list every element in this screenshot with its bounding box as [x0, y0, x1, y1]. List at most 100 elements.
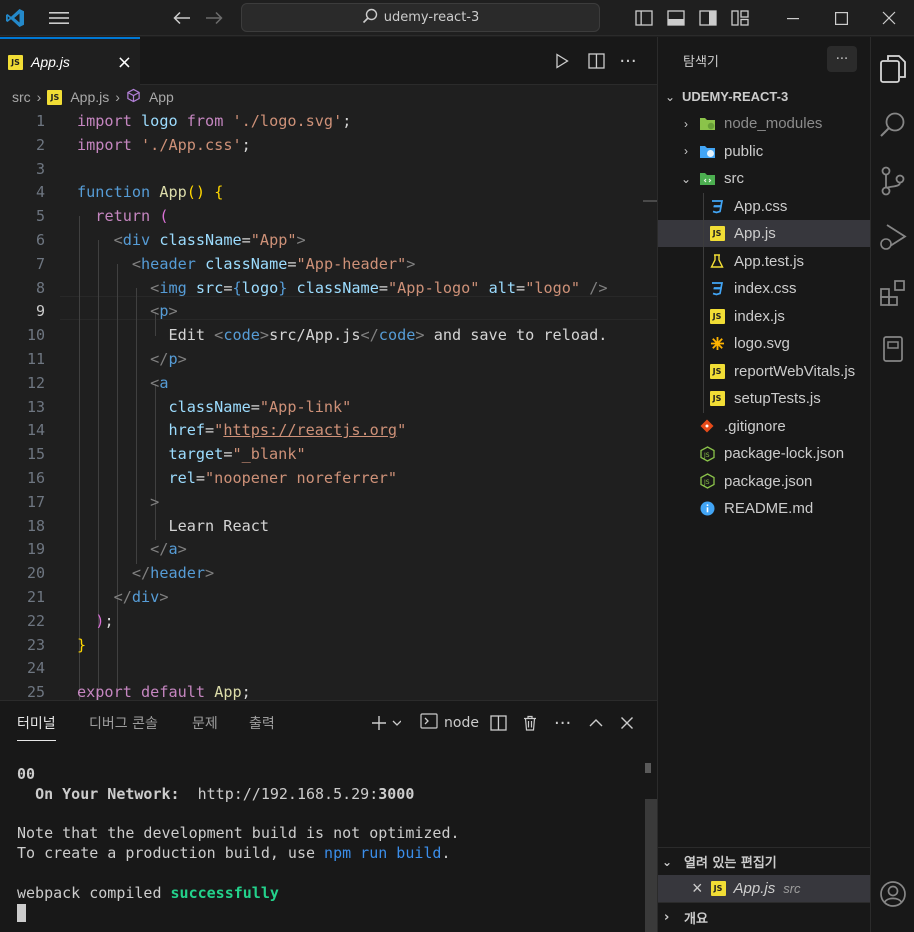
code-line[interactable]: 9 <p>	[0, 299, 657, 323]
trash-icon[interactable]	[522, 711, 538, 735]
run-debug-icon[interactable]	[871, 213, 914, 261]
tab-problems[interactable]: 문제	[192, 713, 218, 733]
code-line[interactable]: 25 export default App;	[0, 680, 657, 700]
tree-file-app-test-js[interactable]: App.test.js	[658, 248, 871, 275]
code-line[interactable]: 10 Edit <code>src/App.js</code> and save…	[0, 323, 657, 347]
tree-folder-public[interactable]: › public	[658, 138, 871, 165]
code-line[interactable]: 6 <div className="App">	[0, 228, 657, 252]
remote-explorer-icon[interactable]	[871, 325, 914, 373]
code-line[interactable]: 15 target="_blank"	[0, 442, 657, 466]
code-line[interactable]: 17 >	[0, 490, 657, 514]
tree-file-index-css[interactable]: index.css	[658, 275, 871, 302]
chevron-right-icon: ›	[36, 89, 42, 105]
forward-arrow-icon[interactable]	[200, 0, 228, 36]
tree-file-readme-md[interactable]: README.md	[658, 495, 871, 522]
terminal-profile-name: node	[444, 715, 479, 731]
close-icon[interactable]: ×	[692, 878, 703, 899]
code-editor[interactable]: 1 import logo from './logo.svg'; 2 import '…	[0, 108, 657, 700]
code-line[interactable]: 19 </a>	[0, 537, 657, 561]
explorer-more-button[interactable]: ···	[827, 46, 857, 72]
toggle-secondary-sidebar-icon[interactable]	[696, 0, 720, 36]
code-line[interactable]: 8 <img src={logo} className="App-logo" a…	[0, 276, 657, 300]
explorer-icon[interactable]	[871, 45, 914, 93]
tab-terminal[interactable]: 터미널	[17, 713, 56, 741]
open-editors-header[interactable]: ⌄ 열려 있는 편집기	[658, 847, 871, 875]
split-editor-icon[interactable]	[584, 49, 608, 73]
maximize-panel-icon[interactable]	[588, 711, 604, 735]
split-terminal-icon[interactable]	[490, 711, 507, 735]
tree-folder-src[interactable]: ⌄ src	[658, 165, 871, 192]
line-content: rel="noopener noreferrer"	[168, 469, 398, 487]
tree-file-package-json[interactable]: JS package.json	[658, 468, 871, 495]
search-icon[interactable]	[871, 101, 914, 149]
breadcrumb-folder[interactable]: src	[12, 89, 31, 105]
more-actions-icon[interactable]: ···	[616, 49, 640, 73]
tab-output[interactable]: 출력	[249, 713, 275, 733]
code-line[interactable]: 4 function App() {	[0, 180, 657, 204]
code-line[interactable]: 24	[0, 656, 657, 680]
line-content: import './App.css';	[77, 135, 251, 154]
terminal-scrollbar[interactable]	[645, 799, 657, 932]
code-line[interactable]: 1 import logo from './logo.svg';	[0, 109, 657, 133]
tree-folder-node-modules[interactable]: › node_modules	[658, 110, 871, 137]
more-actions-icon[interactable]: ···	[554, 711, 571, 735]
tree-file-package-lock-json[interactable]: JS package-lock.json	[658, 440, 871, 467]
toggle-panel-icon[interactable]	[664, 0, 688, 36]
line-content: Learn React	[168, 516, 270, 535]
breadcrumb-file[interactable]: App.js	[70, 89, 109, 105]
code-line[interactable]: 18 Learn React	[0, 514, 657, 538]
close-window-icon[interactable]	[866, 0, 912, 36]
code-line[interactable]: 7 <header className="App-header">	[0, 252, 657, 276]
code-line[interactable]: 22 );	[0, 609, 657, 633]
code-line[interactable]: 12 <a	[0, 371, 657, 395]
tree-file-index-js[interactable]: JS index.js	[658, 303, 871, 330]
extensions-icon[interactable]	[871, 269, 914, 317]
code-line[interactable]: 2 import './App.css';	[0, 133, 657, 157]
tab-app-js[interactable]: JS App.js ×	[0, 37, 140, 85]
code-line[interactable]: 21 </div>	[0, 585, 657, 609]
code-line[interactable]: 14 href="https://reactjs.org"	[0, 418, 657, 442]
code-line[interactable]: 3	[0, 157, 657, 181]
run-icon[interactable]	[550, 49, 574, 73]
code-line[interactable]: 13 className="App-link"	[0, 395, 657, 419]
line-number: 2	[35, 135, 45, 154]
tree-file-setuptests-js[interactable]: JS setupTests.js	[658, 385, 871, 412]
account-icon[interactable]	[871, 870, 914, 918]
close-panel-icon[interactable]	[620, 711, 634, 735]
code-line[interactable]: 16 rel="noopener noreferrer"	[0, 466, 657, 490]
code-line[interactable]: 20 </header>	[0, 561, 657, 585]
customize-layout-icon[interactable]	[728, 0, 752, 36]
js-file-icon: JS	[708, 363, 726, 379]
code-line[interactable]: 11 </p>	[0, 347, 657, 371]
line-number: 11	[26, 350, 45, 368]
tree-item-label: README.md	[724, 500, 814, 517]
new-terminal-button[interactable]	[371, 711, 401, 735]
code-line[interactable]: 23}	[0, 633, 657, 657]
outline-header[interactable]: › 개요	[658, 902, 871, 932]
open-editor-item[interactable]: × JS App.js src	[658, 875, 871, 902]
svg-text:JS: JS	[703, 479, 710, 486]
line-number: 6	[35, 231, 45, 249]
tree-file-reportwebvitals-js[interactable]: JS reportWebVitals.js	[658, 358, 871, 385]
terminal-profile[interactable]: node	[420, 711, 479, 735]
tree-file-app-js[interactable]: JS App.js	[658, 220, 871, 247]
tab-debug-console[interactable]: 디버그 콘솔	[89, 713, 158, 733]
code-line[interactable]: 5 return (	[0, 204, 657, 228]
line-number: 22	[26, 611, 45, 630]
maximize-icon[interactable]	[818, 0, 864, 36]
close-tab-icon[interactable]: ×	[117, 52, 132, 73]
tree-file-app-css[interactable]: App.css	[658, 193, 871, 220]
menu-icon[interactable]	[44, 0, 74, 36]
line-number: 18	[26, 516, 45, 535]
source-control-icon[interactable]	[871, 157, 914, 205]
command-center-search[interactable]: udemy-react-3	[241, 3, 600, 32]
tree-file-logo-svg[interactable]: logo.svg	[658, 330, 871, 357]
activity-bar	[870, 37, 914, 932]
minimize-icon[interactable]	[770, 0, 816, 36]
workspace-root[interactable]: ⌄ UDEMY-REACT-3	[658, 83, 871, 110]
back-arrow-icon[interactable]	[168, 0, 196, 36]
breadcrumb-symbol[interactable]: App	[149, 89, 174, 105]
line-content: function App() {	[77, 183, 224, 202]
toggle-primary-sidebar-icon[interactable]	[632, 0, 656, 36]
tree-file--gitignore[interactable]: .gitignore	[658, 413, 871, 440]
